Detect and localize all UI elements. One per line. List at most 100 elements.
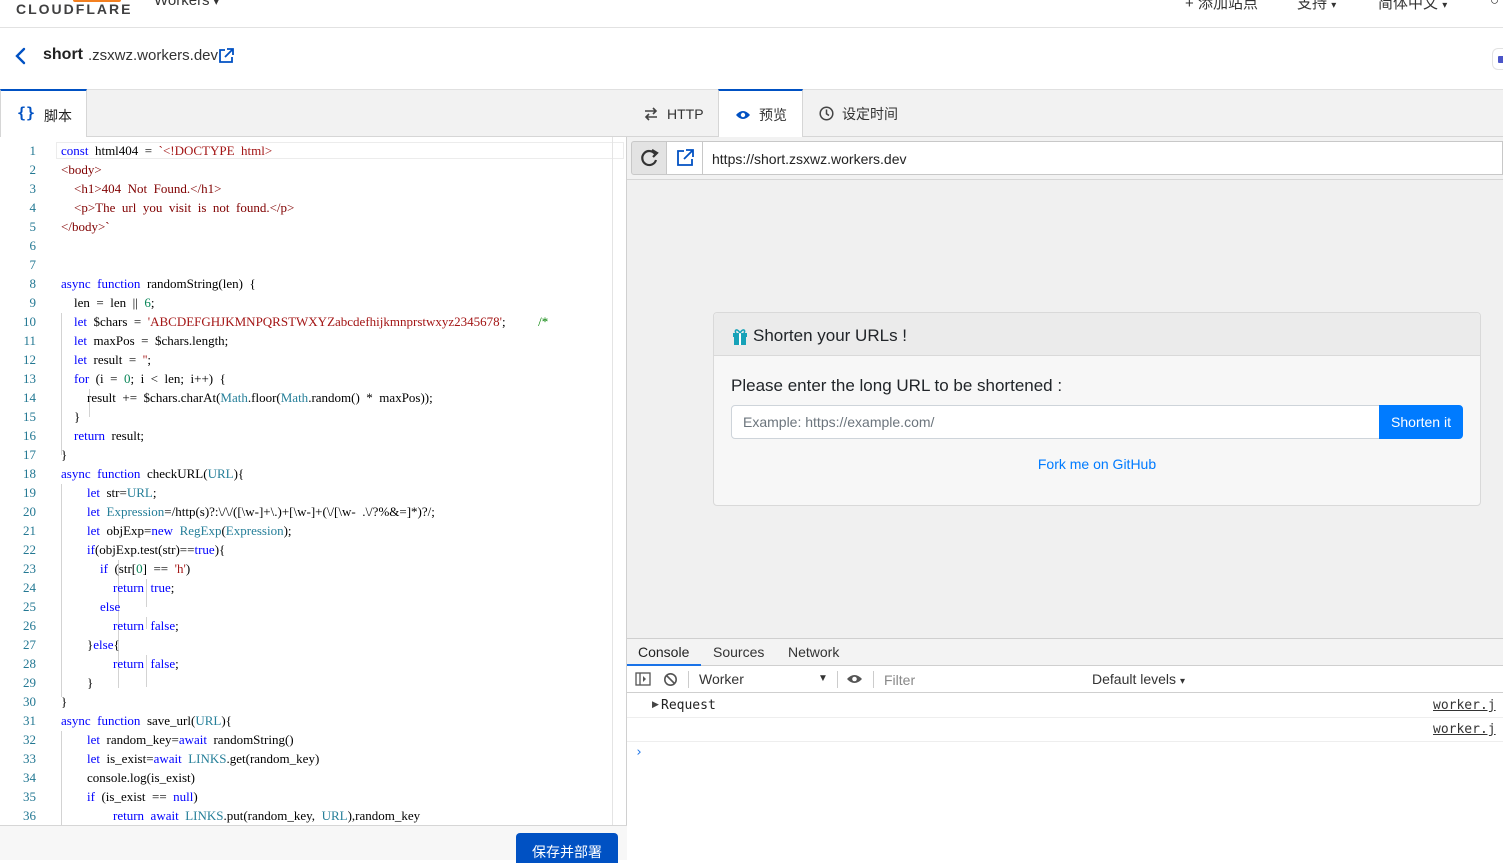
reload-button[interactable] (631, 141, 667, 175)
toolbar-separator (837, 671, 838, 688)
code-line: } (61, 447, 68, 462)
code-line: let $chars = 'ABCDEFGHJKMNPQRSTWXYZabcde… (74, 314, 549, 329)
code-line: else (100, 599, 121, 614)
line-number: 32 (23, 732, 36, 747)
line-number: 6 (29, 238, 37, 253)
line-number: 33 (23, 751, 36, 766)
clock-icon (819, 106, 834, 121)
preview-tabbar: HTTP 预览 设定时间 (627, 89, 1503, 138)
sidebar-toggle[interactable] (1492, 48, 1503, 70)
tab-preview[interactable]: 预览 (718, 89, 803, 138)
devtools-tab-console[interactable]: Console (627, 639, 701, 666)
fork-github-link[interactable]: Fork me on GitHub (714, 456, 1480, 472)
clear-icon[interactable] (663, 672, 678, 687)
chevron-left-icon[interactable] (13, 44, 29, 68)
console-row[interactable]: worker.j (627, 718, 1503, 742)
tab-preview-label: 预览 (759, 106, 787, 123)
expand-triangle-icon[interactable]: ▶ (652, 699, 659, 710)
line-number: 31 (23, 713, 36, 728)
toolbar-separator (688, 671, 689, 688)
tab-schedule-label: 设定时间 (842, 105, 898, 122)
line-number: 19 (23, 485, 36, 500)
console-filter-input[interactable] (879, 669, 1083, 690)
code-line: } (61, 409, 81, 424)
code-line: <h1>404 Not Found.</h1> (61, 181, 222, 196)
save-and-deploy-button[interactable]: 保存并部署 (516, 833, 618, 863)
console-toolbar: Worker ▼ Default levels ▾ (627, 666, 1503, 693)
devtools-tab-sources[interactable]: Sources (713, 644, 764, 660)
code-line: result += $chars.charAt(Math.floor(Math.… (61, 390, 433, 405)
code-line: len = len || 6; (61, 295, 155, 310)
worker-subheader: short .zsxwz.workers.dev (0, 28, 1503, 89)
line-number: 2 (29, 162, 37, 177)
product-label: Workers (154, 0, 210, 9)
code-line: async function randomString(len) { (61, 276, 256, 291)
tab-script[interactable]: {} 脚本 (0, 89, 87, 138)
log-levels-dropdown[interactable]: Default levels ▾ (1092, 671, 1185, 687)
code-line: let random_key=await randomString() (87, 732, 294, 747)
cloudflare-logo[interactable]: CLOUDFLARE (16, 1, 132, 17)
editor-overview-ruler[interactable] (612, 137, 613, 825)
code-editor[interactable]: 1 2 3 4 5 6 7 8 9 10 11 12 13 14 15 16 17 18 19 20 21 22 23 24 2… (0, 137, 627, 825)
line-number: 24 (23, 580, 36, 595)
add-site-link[interactable]: + 添加站点 (1185, 0, 1258, 13)
line-number: 9 (29, 295, 37, 310)
code-line: return false; (113, 618, 179, 633)
language-menu[interactable]: 简体中文 ▾ (1378, 0, 1447, 13)
support-menu[interactable]: 支持 ▾ (1297, 0, 1336, 13)
devtools-tab-network[interactable]: Network (788, 644, 839, 660)
devtools-panel: Console Sources Network Worker ▼ Default… (627, 638, 1503, 860)
preview-url-bar: https://short.zsxwz.workers.dev (627, 137, 1503, 180)
context-selector[interactable]: Worker (699, 671, 744, 687)
code-line: } (61, 694, 68, 709)
line-number: 20 (23, 504, 36, 519)
line-number: 7 (29, 257, 37, 272)
chevron-down-icon: ▾ (1442, 0, 1448, 11)
editor-footer: 保存并部署 (0, 825, 627, 863)
long-url-input[interactable] (731, 405, 1380, 439)
line-number: 10 (23, 314, 36, 329)
card-title: Shorten your URLs ! (753, 326, 908, 345)
tab-http[interactable]: HTTP (643, 90, 704, 137)
console-source-link[interactable]: worker.j (1433, 698, 1496, 713)
console-row[interactable]: ▶ Request worker.j (627, 694, 1503, 718)
swap-arrows-icon (644, 106, 658, 121)
account-icon[interactable]: ○ (1490, 0, 1499, 9)
code-line: let objExp=new RegExp(Expression); (87, 523, 292, 538)
line-number: 35 (23, 789, 36, 804)
dock-icon[interactable] (635, 672, 651, 686)
eye-live-icon[interactable] (846, 673, 863, 685)
external-link-icon (677, 149, 694, 166)
braces-icon: {} (17, 104, 36, 122)
product-switcher[interactable]: Workers ▾ (154, 0, 219, 9)
line-number: 25 (23, 599, 36, 614)
console-prompt[interactable]: › (635, 745, 643, 760)
line-number: 4 (29, 200, 37, 215)
devtools-tabbar: Console Sources Network (627, 639, 1503, 666)
worker-domain: .zsxwz.workers.dev (88, 47, 219, 64)
line-number: 12 (23, 352, 36, 367)
code-line: <body> (61, 162, 102, 177)
line-number: 26 (23, 618, 36, 633)
line-number: 22 (23, 542, 36, 557)
support-label: 支持 (1297, 0, 1328, 12)
line-number: 3 (29, 181, 37, 196)
shortener-card: Shorten your URLs ! Please enter the lon… (713, 312, 1481, 506)
tab-schedule[interactable]: 设定时间 (819, 90, 898, 137)
shorten-button[interactable]: Shorten it (1379, 405, 1463, 439)
preview-url-input[interactable]: https://short.zsxwz.workers.dev (703, 141, 1503, 175)
code-line: return true; (113, 580, 175, 595)
code-line: return false; (113, 656, 179, 671)
line-number: 28 (23, 656, 36, 671)
line-number: 17 (23, 447, 36, 462)
worker-name: short (43, 46, 83, 63)
code-line: let str=URL; (87, 485, 157, 500)
external-link-icon[interactable] (217, 47, 235, 65)
language-label: 简体中文 (1378, 0, 1439, 12)
code-line: if(objExp.test(str)==true){ (87, 542, 226, 557)
reload-icon (641, 149, 659, 167)
open-in-new-window-button[interactable] (667, 141, 703, 175)
console-source-link[interactable]: worker.j (1433, 722, 1496, 737)
preview-frame: Shorten your URLs ! Please enter the lon… (627, 180, 1503, 638)
editor-tabbar: {} 脚本 (0, 89, 627, 138)
